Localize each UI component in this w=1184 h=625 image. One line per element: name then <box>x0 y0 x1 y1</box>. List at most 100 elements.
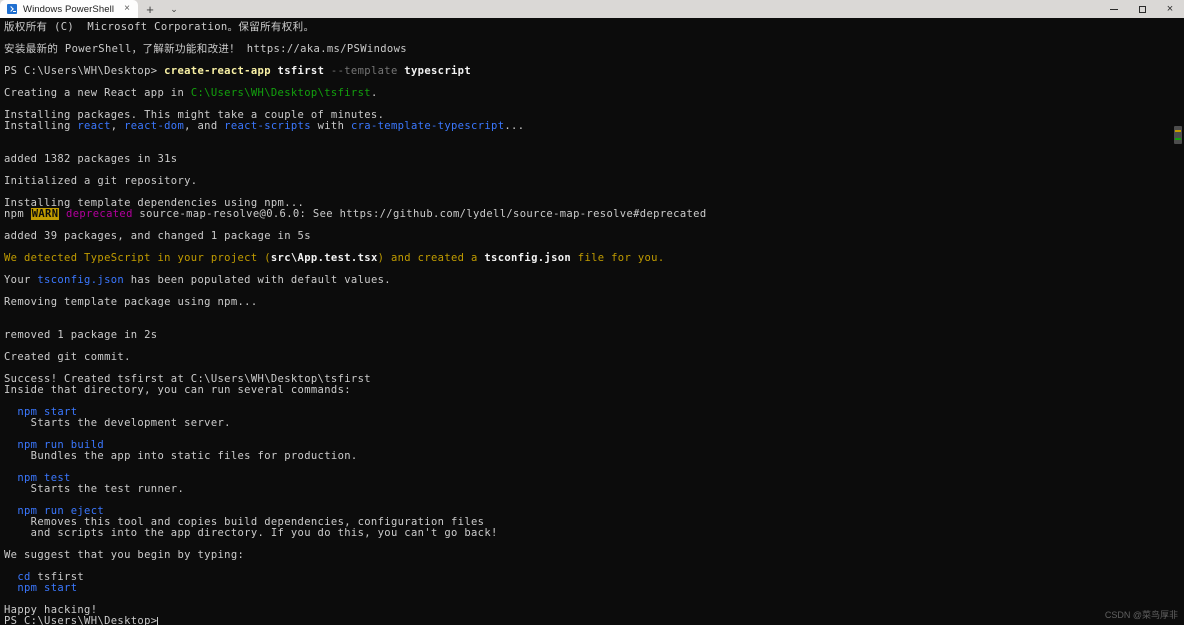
terminal-line-final-prompt: PS C:\Users\WH\Desktop> <box>4 616 1184 625</box>
tab-title: Windows PowerShell <box>23 4 114 15</box>
terminal-text: Installing <box>4 120 77 132</box>
terminal-line-upgrade-notice: 安装最新的 PowerShell，了解新功能和改进！ https://aka.m… <box>4 44 1184 55</box>
terminal-line-suggest-cd: cd tsfirst <box>4 572 1184 583</box>
scrollbar-mark-success <box>1175 138 1181 140</box>
terminal-text: and scripts into the app directory. If y… <box>4 527 498 539</box>
terminal-line-blank-19 <box>4 462 1184 473</box>
terminal-text: deprecated <box>66 208 133 220</box>
title-bar: Windows PowerShell × + ⌄ × <box>0 0 1184 18</box>
minimize-icon <box>1110 9 1118 10</box>
terminal-text: react-dom <box>124 120 184 132</box>
terminal-text: Starts the development server. <box>4 417 231 429</box>
terminal-text: tsconfig.json <box>37 274 124 286</box>
terminal-text: ) and created a <box>378 252 485 264</box>
terminal-text: src\App.test.tsx <box>271 252 378 264</box>
close-button[interactable]: × <box>1156 0 1184 18</box>
terminal-text <box>4 582 17 594</box>
powershell-icon <box>7 4 17 14</box>
terminal-line-blank-5 <box>4 132 1184 143</box>
titlebar-drag-region <box>186 0 1100 18</box>
terminal-text: react <box>77 120 110 132</box>
minimize-button[interactable] <box>1100 0 1128 18</box>
terminal-text: added 39 packages, and changed 1 package… <box>4 230 311 242</box>
maximize-icon <box>1139 6 1146 13</box>
terminal-line-npm-warn: npm WARN deprecated source-map-resolve@0… <box>4 209 1184 220</box>
terminal-line-desc-npm-run-build: Bundles the app into static files for pr… <box>4 451 1184 462</box>
terminal-line-suggest-npm-start: npm start <box>4 583 1184 594</box>
terminal-line-blank-13 <box>4 308 1184 319</box>
terminal-text: react-scripts <box>224 120 311 132</box>
terminal-line-added-39: added 39 packages, and changed 1 package… <box>4 231 1184 242</box>
terminal-line-suggest-typing: We suggest that you begin by typing: <box>4 550 1184 561</box>
tab-windows-powershell[interactable]: Windows PowerShell × <box>0 0 138 18</box>
chevron-down-icon[interactable]: ⌄ <box>162 0 186 18</box>
powershell-window: Windows PowerShell × + ⌄ × 版权所有 (C) Micr… <box>0 0 1184 625</box>
scrollbar-mark-warning <box>1175 130 1181 132</box>
terminal-output: 版权所有 (C) Microsoft Corporation。保留所有权利。安装… <box>4 22 1184 625</box>
terminal-text: PS C:\Users\WH\Desktop> <box>4 65 164 77</box>
terminal-text: Removing template package using npm... <box>4 296 258 308</box>
terminal-line-installing-react: Installing react, react-dom, and react-s… <box>4 121 1184 132</box>
terminal-line-desc-npm-run-eject-2: and scripts into the app directory. If y… <box>4 528 1184 539</box>
terminal-text: --template <box>331 65 398 77</box>
terminal-text: tsconfig.json <box>484 252 571 264</box>
scrollbar-thumb[interactable] <box>1174 126 1182 144</box>
terminal-text: PS C:\Users\WH\Desktop> <box>4 615 157 625</box>
terminal-text: C:\Users\WH\Desktop\tsfirst <box>191 87 371 99</box>
terminal-text: . <box>371 87 378 99</box>
maximize-button[interactable] <box>1128 0 1156 18</box>
terminal-text: source-map-resolve@0.6.0: See https://gi… <box>133 208 707 220</box>
terminal-line-inside-directory: Inside that directory, you can run sever… <box>4 385 1184 396</box>
terminal-line-blank-22 <box>4 561 1184 572</box>
terminal-scrollbar[interactable] <box>1172 18 1184 625</box>
terminal-line-tsconfig-populated: Your tsconfig.json has been populated wi… <box>4 275 1184 286</box>
terminal-line-blank-15 <box>4 341 1184 352</box>
terminal-text: added 1382 packages in 31s <box>4 153 177 165</box>
terminal-text: tsfirst <box>271 65 331 77</box>
terminal-text: removed 1 package in 2s <box>4 329 157 341</box>
terminal-viewport[interactable]: 版权所有 (C) Microsoft Corporation。保留所有权利。安装… <box>0 18 1184 625</box>
terminal-line-removed-1: removed 1 package in 2s <box>4 330 1184 341</box>
terminal-text: create-react-app <box>164 65 271 77</box>
terminal-line-blank-6 <box>4 143 1184 154</box>
new-tab-button[interactable]: + <box>138 0 162 18</box>
terminal-text: We detected TypeScript in your project ( <box>4 252 271 264</box>
window-controls: × <box>1100 0 1184 18</box>
terminal-line-desc-npm-start: Starts the development server. <box>4 418 1184 429</box>
terminal-line-added-1382: added 1382 packages in 31s <box>4 154 1184 165</box>
terminal-text: Creating a new React app in <box>4 87 191 99</box>
terminal-text: , <box>111 120 124 132</box>
terminal-text: file for you. <box>571 252 664 264</box>
terminal-line-desc-npm-test: Starts the test runner. <box>4 484 1184 495</box>
terminal-text: WARN <box>31 208 60 220</box>
terminal-line-happy-hacking: Happy hacking! <box>4 605 1184 616</box>
terminal-text: npm <box>4 208 31 220</box>
terminal-text: We suggest that you begin by typing: <box>4 549 244 561</box>
terminal-text: 版权所有 (C) Microsoft Corporation。保留所有权利。 <box>4 21 314 33</box>
terminal-line-copyright: 版权所有 (C) Microsoft Corporation。保留所有权利。 <box>4 22 1184 33</box>
terminal-line-git-init: Initialized a git repository. <box>4 176 1184 187</box>
terminal-text: Starts the test runner. <box>4 483 184 495</box>
terminal-line-removing-template: Removing template package using npm... <box>4 297 1184 308</box>
terminal-text: Your <box>4 274 37 286</box>
terminal-text: npm start <box>17 582 77 594</box>
terminal-line-blank-20 <box>4 495 1184 506</box>
terminal-line-blank-17 <box>4 396 1184 407</box>
close-icon: × <box>1167 4 1173 15</box>
terminal-line-prompt-command: PS C:\Users\WH\Desktop> create-react-app… <box>4 66 1184 77</box>
tab-strip: Windows PowerShell × + ⌄ <box>0 0 186 18</box>
terminal-text: Bundles the app into static files for pr… <box>4 450 358 462</box>
terminal-text: Inside that directory, you can run sever… <box>4 384 351 396</box>
terminal-text: Initialized a git repository. <box>4 175 197 187</box>
terminal-text: 安装最新的 PowerShell，了解新功能和改进！ https://aka.m… <box>4 43 407 55</box>
terminal-text: has been populated with default values. <box>124 274 391 286</box>
close-tab-icon[interactable]: × <box>120 4 134 14</box>
terminal-text: , and <box>184 120 224 132</box>
terminal-line-blank-18 <box>4 429 1184 440</box>
terminal-cursor <box>157 617 158 625</box>
terminal-text: typescript <box>398 65 471 77</box>
terminal-text: ... <box>504 120 524 132</box>
terminal-line-blank-14 <box>4 319 1184 330</box>
watermark: CSDN @菜鸟厚非 <box>1105 608 1178 621</box>
terminal-text: Created git commit. <box>4 351 131 363</box>
